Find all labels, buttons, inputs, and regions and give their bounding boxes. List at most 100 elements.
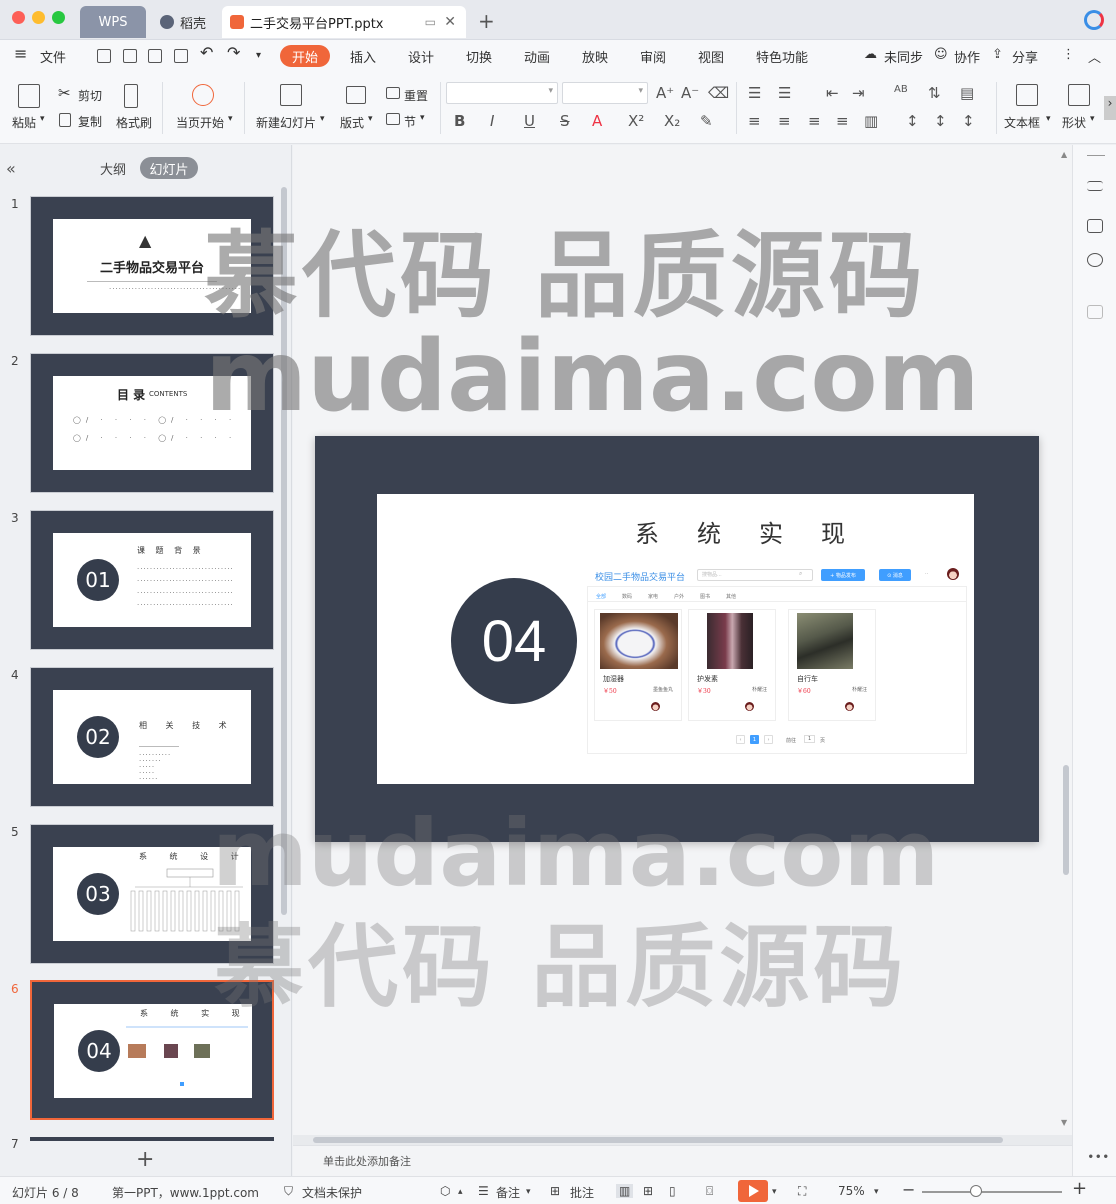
clear-format-icon[interactable]: ⌫ (708, 84, 729, 102)
shape-icon[interactable] (1068, 84, 1090, 106)
tab-transition[interactable]: 切换 (466, 47, 492, 66)
strikethrough-icon[interactable]: S (560, 112, 570, 130)
canvas-horizontal-scrollbar[interactable] (293, 1135, 1072, 1145)
print-icon[interactable] (148, 49, 162, 63)
play-dropdown-icon[interactable]: ▾ (772, 1187, 777, 1197)
maximize-window-button[interactable] (52, 11, 65, 24)
slide-thumbnail-2[interactable]: 目 录 CONTENTS ◯/ · · · · ◯/ · · · · ◯/ · … (30, 353, 274, 493)
slide-thumbnail-6[interactable]: 04 系 统 实 现 (30, 980, 274, 1120)
minimize-window-button[interactable] (32, 11, 45, 24)
image-tools-icon[interactable] (1087, 219, 1103, 233)
play-slideshow-button[interactable] (738, 1180, 768, 1202)
highlight-icon[interactable]: ✎ (700, 112, 713, 130)
paragraph-spacing-icon[interactable]: ↕ (934, 112, 947, 130)
zoom-level[interactable]: 75% (838, 1184, 865, 1198)
properties-icon[interactable] (1087, 181, 1103, 191)
format-painter-icon[interactable] (124, 84, 138, 108)
line-spacing-icon[interactable]: ↕ (906, 112, 919, 130)
paste-dropdown-icon[interactable]: ▾ (40, 114, 45, 124)
increase-indent-icon[interactable]: ⇥ (852, 84, 865, 102)
menu-file[interactable]: 文件 (40, 47, 66, 66)
tab-slides[interactable]: 幻灯片 (140, 157, 198, 179)
quick-access-dropdown-icon[interactable]: ▾ (256, 50, 261, 61)
print-preview-icon[interactable] (174, 49, 188, 63)
ribbon-scroll-right-icon[interactable]: › (1104, 96, 1116, 120)
hamburger-menu-icon[interactable]: ≡ (14, 44, 27, 63)
layout-button[interactable]: 版式 (340, 114, 364, 131)
scroll-down-icon[interactable]: ▼ (1061, 1118, 1067, 1127)
play-from-current-button[interactable]: 当页开始 (176, 114, 224, 131)
notes-toggle-button[interactable]: 备注 (496, 1184, 520, 1201)
shape-dropdown-icon[interactable]: ▾ (1090, 114, 1095, 124)
textbox-button[interactable]: 文本框 (1004, 114, 1040, 131)
copy-button[interactable]: 复制 (78, 113, 102, 130)
bullet-list-icon[interactable]: ☰ (748, 84, 761, 102)
tab-docer[interactable]: 稻壳 (152, 6, 220, 38)
justify-icon[interactable]: ≡ (836, 112, 849, 130)
canvas-vertical-scrollbar[interactable]: ▲ ▼ (1060, 150, 1072, 1130)
textbox-dropdown-icon[interactable]: ▾ (1046, 114, 1051, 124)
comment-button[interactable]: 批注 (570, 1184, 594, 1201)
zoom-slider-handle[interactable] (970, 1185, 982, 1197)
play-from-current-icon[interactable] (192, 84, 214, 106)
tab-slideshow[interactable]: 放映 (582, 47, 608, 66)
play-dropdown-icon[interactable]: ▾ (228, 114, 233, 124)
section-dropdown-icon[interactable]: ▾ (420, 113, 425, 123)
columns-icon[interactable]: ↕ (962, 112, 975, 130)
zoom-in-icon[interactable]: + (1072, 1178, 1087, 1199)
share-button[interactable]: 分享 (1012, 47, 1038, 66)
font-color-icon[interactable]: A (592, 112, 602, 130)
close-window-button[interactable] (12, 11, 25, 24)
slide-sorter-icon[interactable]: ⊞ (643, 1184, 653, 1198)
share-icon[interactable]: ⇪ (992, 47, 1003, 62)
zoom-slider-track[interactable] (922, 1191, 1062, 1193)
shape-button[interactable]: 形状 (1062, 114, 1086, 131)
layout-icon[interactable] (346, 86, 366, 104)
export-pdf-icon[interactable] (123, 49, 137, 63)
slide-panel-scrollbar[interactable] (281, 187, 287, 915)
copy-icon[interactable] (59, 113, 71, 127)
distribute-icon[interactable]: ▥ (864, 112, 878, 130)
tab-view[interactable]: 视图 (698, 47, 724, 66)
comment-icon[interactable]: ⊞ (550, 1184, 560, 1198)
decrease-indent-icon[interactable]: ⇤ (826, 84, 839, 102)
tab-design[interactable]: 设计 (408, 47, 434, 66)
tab-animation[interactable]: 动画 (524, 47, 550, 66)
format-painter-button[interactable]: 格式刷 (116, 114, 152, 131)
align-text-icon[interactable]: ▤ (960, 84, 974, 102)
textbox-icon[interactable] (1016, 84, 1038, 106)
underline-icon[interactable]: U (524, 112, 535, 130)
cut-button[interactable]: 剪切 (78, 87, 102, 104)
cloud-sync-icon[interactable]: ☁ (864, 47, 877, 62)
history-icon[interactable] (1087, 253, 1103, 267)
new-slide-dropdown-icon[interactable]: ▾ (320, 114, 325, 124)
align-center-icon[interactable]: ≡ (778, 112, 791, 130)
new-tab-button[interactable]: + (478, 9, 495, 33)
camera-icon[interactable]: ⌼ (706, 1184, 713, 1199)
add-slide-button[interactable]: + (136, 1147, 154, 1172)
paste-icon[interactable] (18, 84, 40, 108)
slide-thumbnail-4[interactable]: 02 相 关 技 术 ·········· ······· ····· ····… (30, 667, 274, 807)
slide-title[interactable]: 系统实现 (635, 514, 883, 549)
fit-window-icon[interactable]: ⛶ (798, 1184, 806, 1199)
undo-icon[interactable]: ↶ (200, 43, 213, 62)
increase-font-icon[interactable]: A⁺ (656, 84, 674, 102)
present-icon[interactable]: ▭ (425, 15, 436, 29)
section-button[interactable]: 节 (404, 113, 416, 130)
tab-home[interactable]: 开始 (280, 45, 330, 67)
notes-placeholder[interactable]: 单击此处添加备注 (323, 1153, 411, 1169)
layout-dropdown-icon[interactable]: ▾ (368, 114, 373, 124)
notes-icon[interactable]: ☰ (478, 1184, 489, 1198)
new-slide-icon[interactable] (280, 84, 302, 106)
text-direction-icon[interactable]: AB (894, 84, 908, 95)
tab-insert[interactable]: 插入 (350, 47, 376, 66)
close-tab-icon[interactable]: ✕ (444, 14, 456, 30)
tab-document[interactable]: 二手交易平台PPT.pptx ▭ ✕ (222, 6, 466, 38)
collapse-ribbon-icon[interactable]: ︿ (1088, 47, 1101, 66)
align-left-icon[interactable]: ≡ (748, 112, 761, 130)
more-menu-icon[interactable]: ⋮ (1062, 47, 1075, 62)
notes-pane[interactable]: 单击此处添加备注 (293, 1145, 1072, 1176)
save-icon[interactable] (97, 49, 111, 63)
font-family-select[interactable]: ▾ (446, 82, 558, 104)
decrease-font-icon[interactable]: A⁻ (681, 84, 699, 102)
